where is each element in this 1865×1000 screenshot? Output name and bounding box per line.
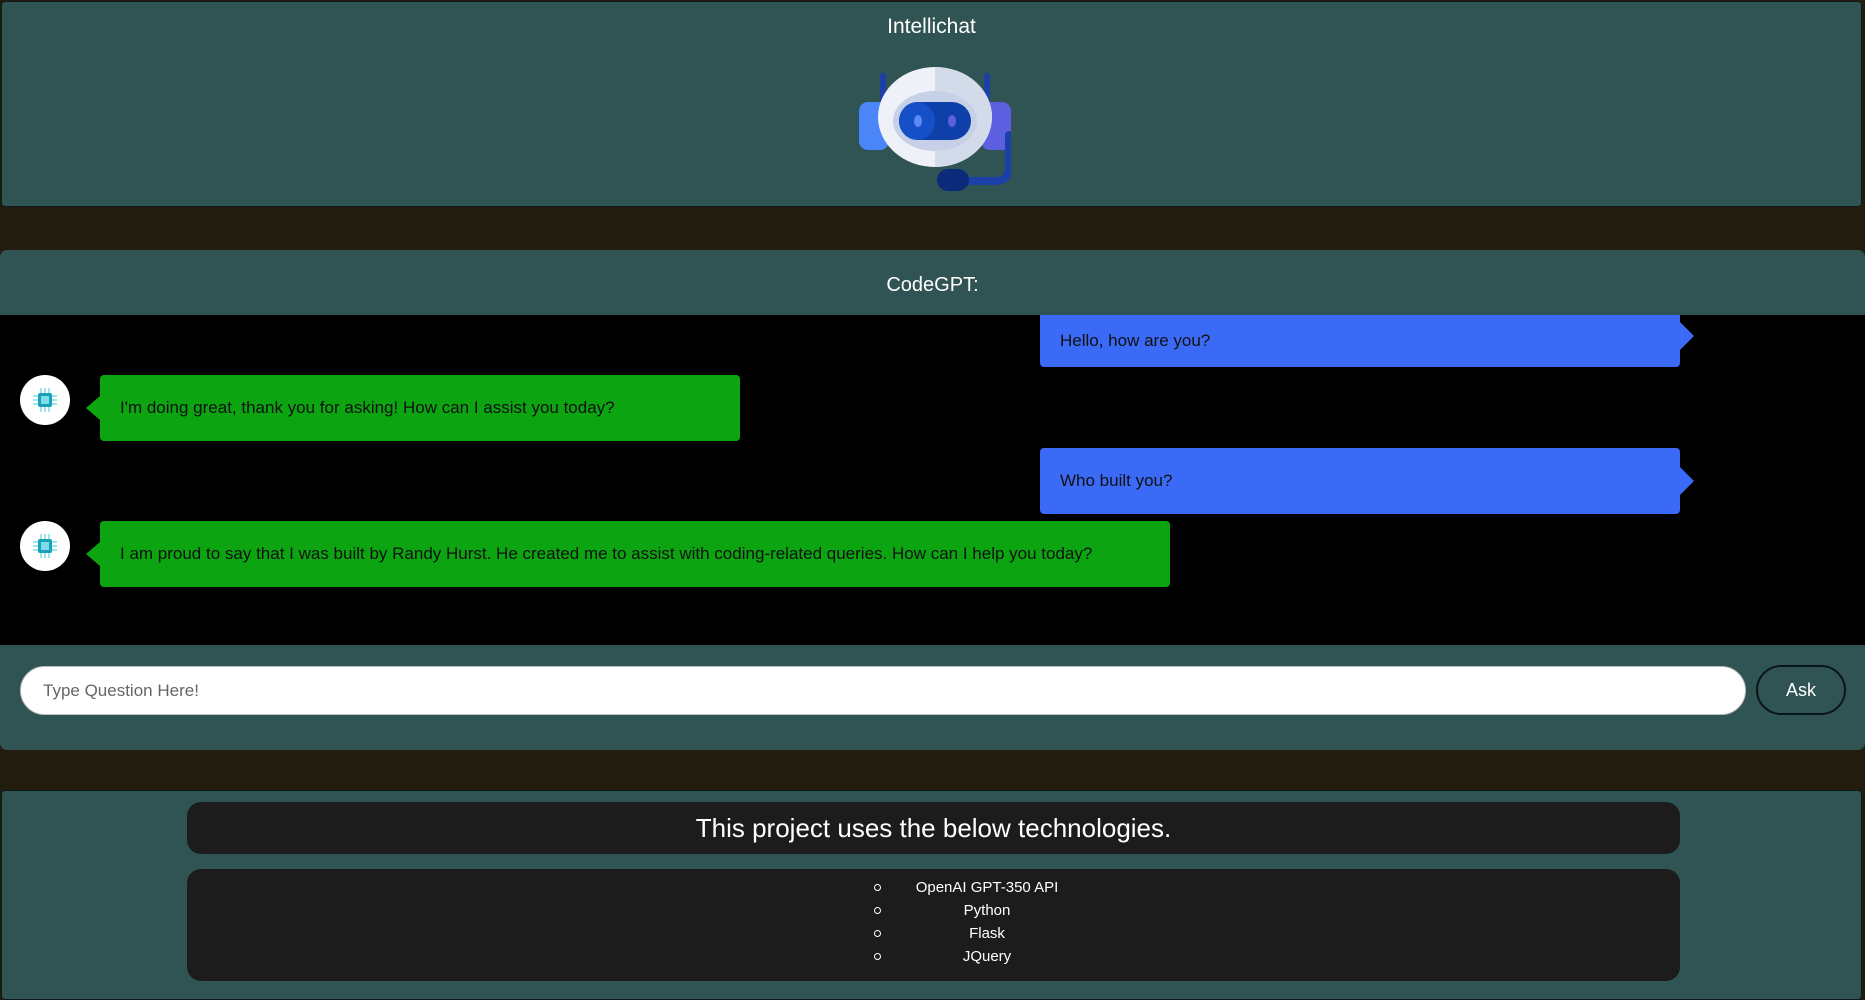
header: Intellichat: [1, 1, 1862, 207]
chip-icon: [33, 534, 57, 558]
bot-message-text: I'm doing great, thank you for asking! H…: [120, 398, 615, 417]
bullet-icon: [874, 930, 881, 937]
list-item: OpenAI GPT-350 API: [867, 876, 1067, 899]
chip-icon: [33, 388, 57, 412]
user-message-text: Who built you?: [1060, 471, 1173, 490]
user-message: Hello, how are you?: [1040, 315, 1694, 367]
question-input[interactable]: [20, 666, 1746, 715]
bullet-icon: [874, 884, 881, 891]
message-list[interactable]: Hello, how are you? I'm doing great, tha…: [0, 315, 1865, 645]
technologies-box: OpenAI GPT-350 API Python Flask JQuery: [187, 869, 1680, 981]
list-item: JQuery: [867, 945, 1067, 968]
robot-headset-icon: [859, 67, 1011, 191]
bot-message: I am proud to say that I was built by Ra…: [86, 521, 1170, 587]
bullet-icon: [874, 953, 881, 960]
app-title: Intellichat: [887, 15, 976, 38]
bullet-icon: [874, 907, 881, 914]
footer: This project uses the below technologies…: [1, 790, 1862, 1000]
chat-title: CodeGPT:: [886, 274, 979, 296]
user-message-text: Hello, how are you?: [1060, 331, 1211, 350]
ask-button[interactable]: Ask: [1756, 665, 1846, 715]
technologies-list: OpenAI GPT-350 API Python Flask JQuery: [867, 876, 1067, 968]
user-message: Who built you?: [1040, 448, 1694, 514]
bot-avatar: [20, 521, 70, 571]
technologies-heading: This project uses the below technologies…: [187, 802, 1680, 854]
list-item: Flask: [867, 922, 1067, 945]
input-row: Ask: [0, 645, 1865, 750]
chat-panel: CodeGPT: Hello, how are you? I'm doing g…: [0, 250, 1865, 750]
list-item: Python: [867, 899, 1067, 922]
bot-avatar: [20, 375, 70, 425]
bot-message: I'm doing great, thank you for asking! H…: [86, 375, 740, 441]
bot-message-text: I am proud to say that I was built by Ra…: [120, 544, 1093, 563]
